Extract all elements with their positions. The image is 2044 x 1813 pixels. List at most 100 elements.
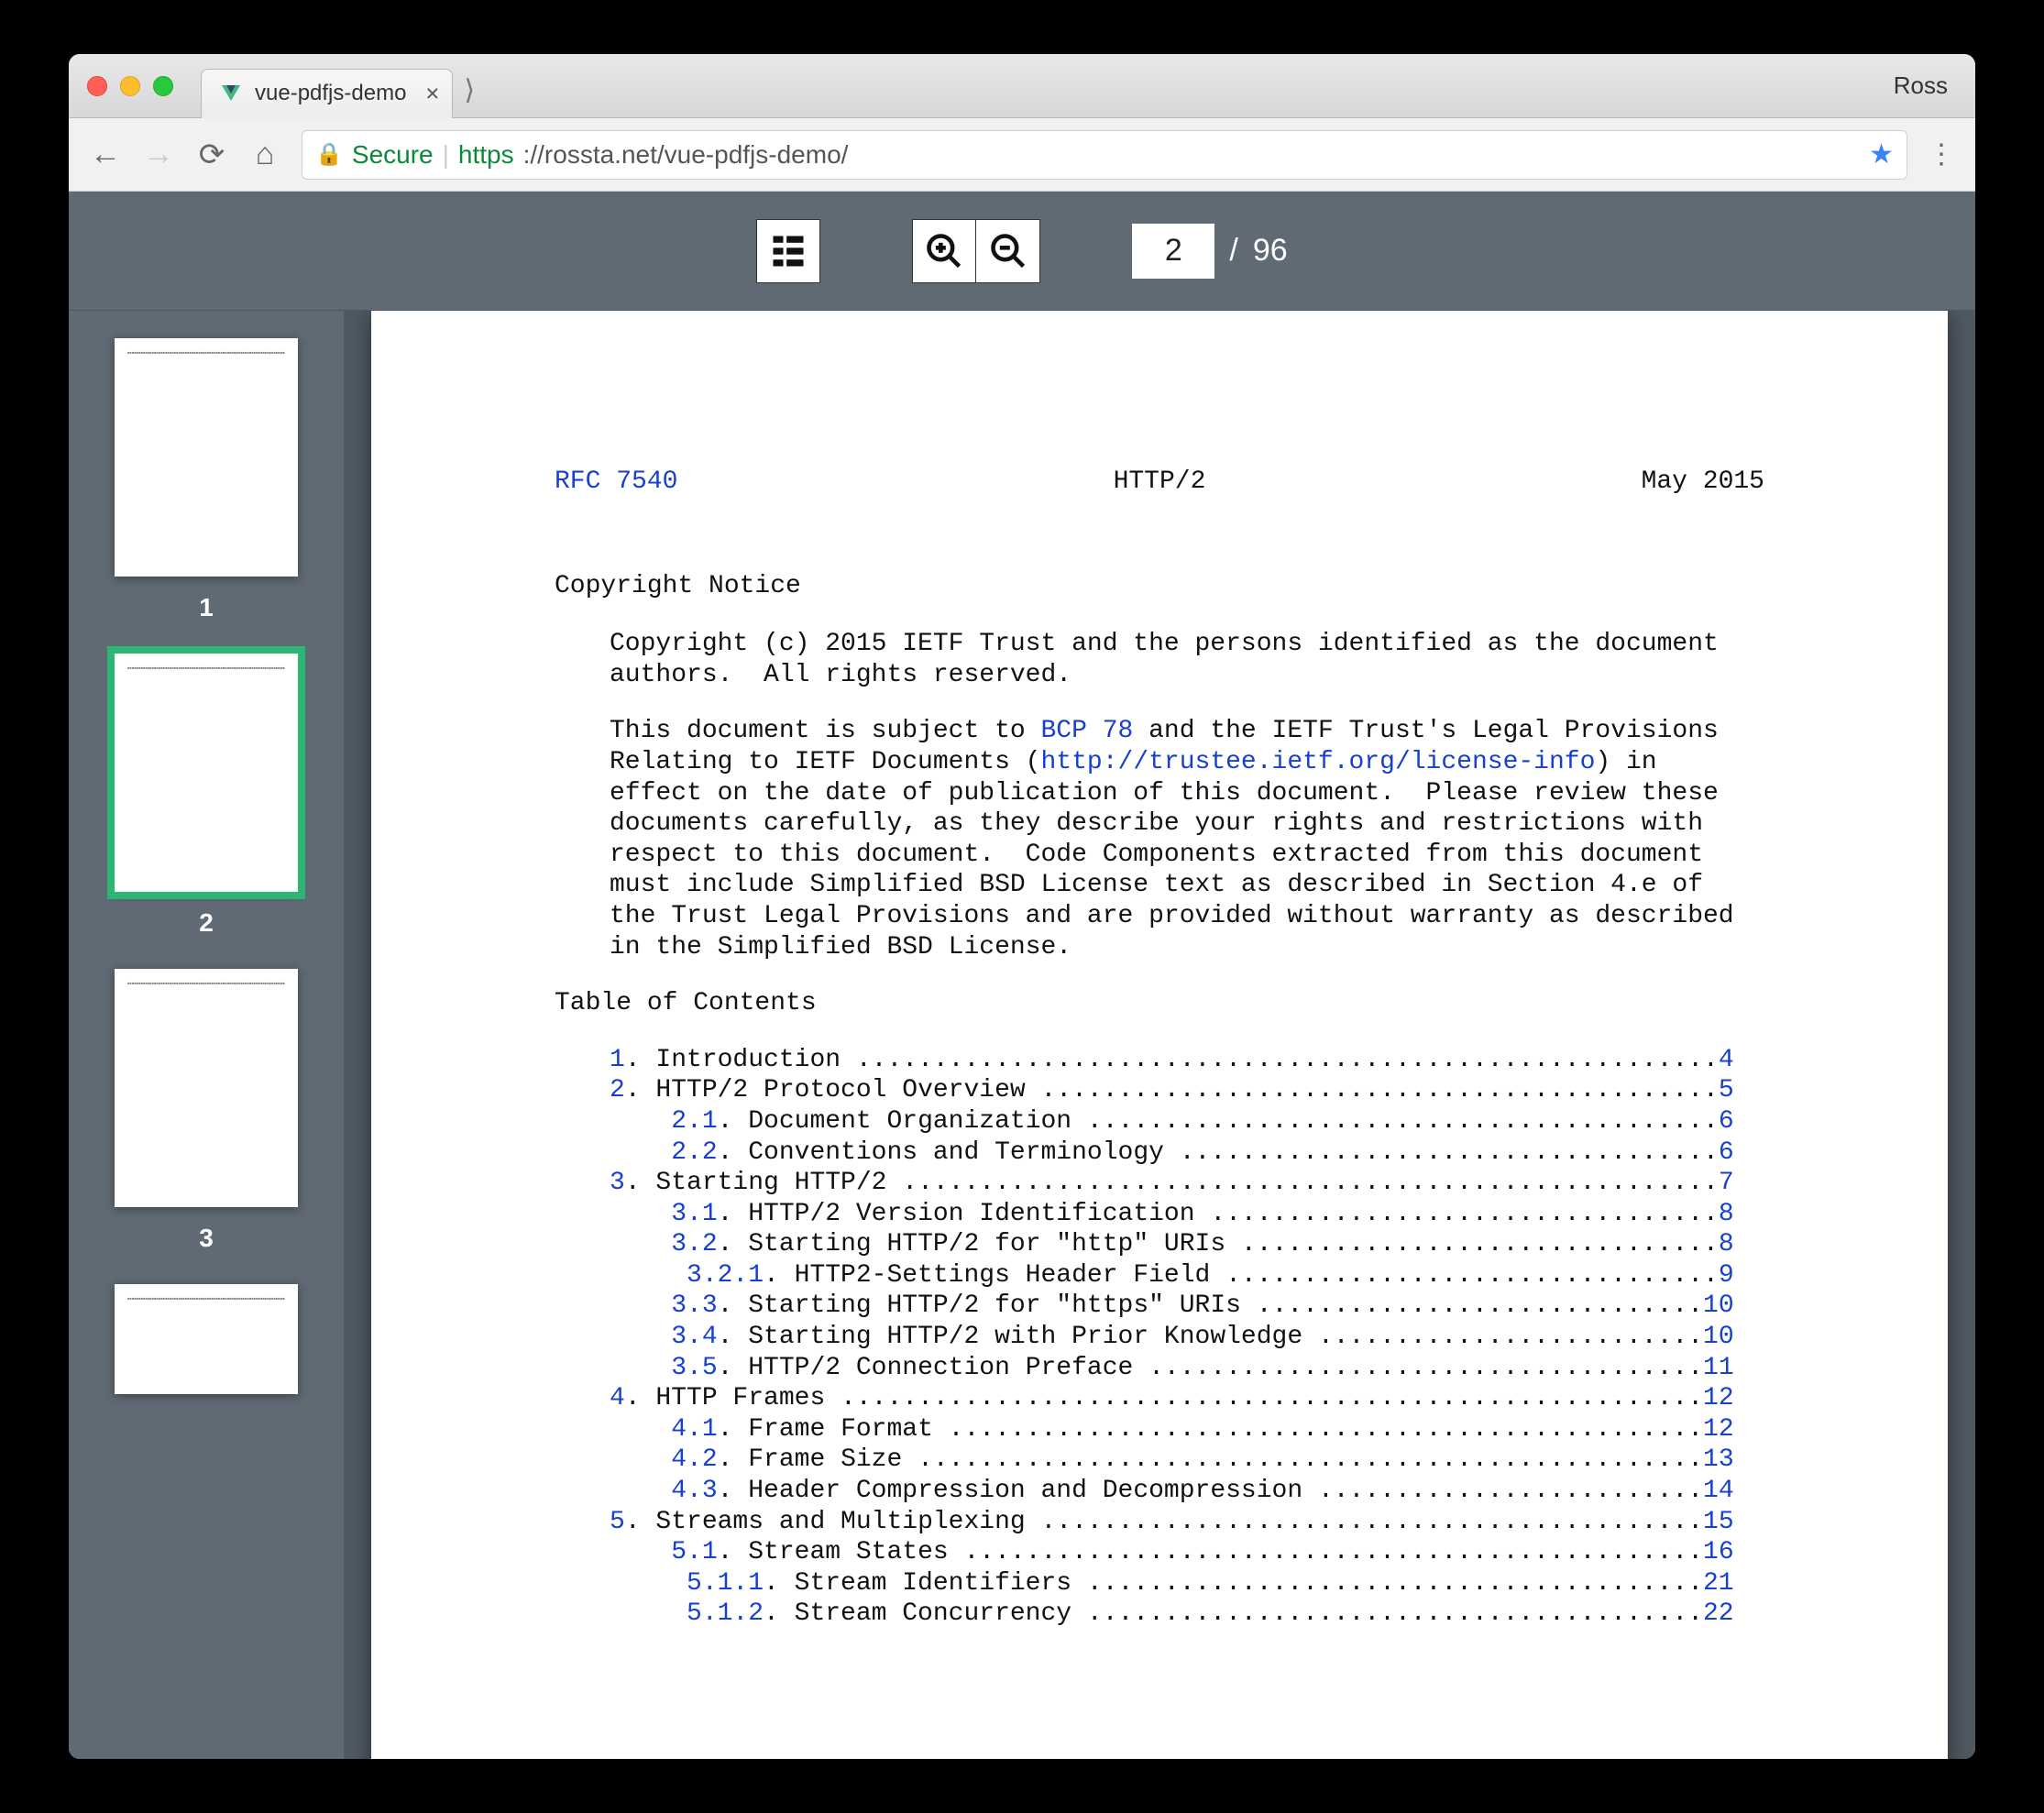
toc-page[interactable]: 12 (1703, 1415, 1734, 1444)
new-tab-button[interactable]: ⟩ (464, 74, 475, 106)
toc-page[interactable]: 7 (1719, 1169, 1734, 1197)
toc-page[interactable]: 12 (1703, 1384, 1734, 1412)
toc-page[interactable]: 21 (1703, 1569, 1734, 1598)
back-button[interactable]: ← (89, 137, 122, 172)
table-of-contents: 1. Introduction ........................… (610, 1045, 1764, 1630)
toc-page[interactable]: 8 (1719, 1200, 1734, 1228)
toc-page[interactable]: 11 (1703, 1354, 1734, 1382)
toc-number[interactable]: 3.1 (671, 1200, 717, 1228)
toc-entry: 4.2. Frame Size ........................… (610, 1445, 1764, 1476)
doc-title: HTTP/2 (1114, 467, 1206, 498)
thumbnails-toggle-button[interactable] (756, 219, 820, 283)
toc-number[interactable]: 5.1.1 (687, 1569, 764, 1598)
thumbnail-page-3[interactable]: ■■■■■■■■■■■■■■■■■■■■■■■■■■■■■■■■■■■■■■■■… (115, 969, 298, 1207)
layout-group (756, 219, 820, 283)
toc-number[interactable]: 1 (610, 1046, 625, 1074)
toc-page[interactable]: 4 (1719, 1046, 1734, 1074)
thumbnail-panel[interactable]: ■■■■■■■■■■■■■■■■■■■■■■■■■■■■■■■■■■■■■■■■… (69, 311, 344, 1759)
zoom-out-icon (988, 231, 1028, 271)
toc-number[interactable]: 5.1 (671, 1538, 717, 1566)
profile-name[interactable]: Ross (1894, 71, 1957, 100)
toc-entry: 5. Streams and Multiplexing ............… (610, 1507, 1764, 1538)
browser-tab[interactable]: vue-pdfjs-demo × (201, 69, 453, 118)
toc-entry: 3.3. Starting HTTP/2 for "https" URIs ..… (610, 1291, 1764, 1322)
home-button[interactable]: ⌂ (248, 137, 281, 172)
toc-page[interactable]: 16 (1703, 1538, 1734, 1566)
toc-entry: 2.1. Document Organization .............… (610, 1106, 1764, 1137)
toc-number[interactable]: 2.2 (671, 1138, 717, 1167)
toc-number[interactable]: 2.1 (671, 1107, 717, 1136)
forward-button: → (142, 137, 175, 172)
page-total: 96 (1253, 233, 1288, 269)
toc-page[interactable]: 5 (1719, 1076, 1734, 1104)
thumbnail-page-2[interactable]: ■■■■■■■■■■■■■■■■■■■■■■■■■■■■■■■■■■■■■■■■… (115, 654, 298, 892)
window-controls (87, 76, 173, 96)
minimize-window-button[interactable] (120, 76, 140, 96)
toc-page[interactable]: 22 (1703, 1599, 1734, 1628)
toc-entry: 3.2.1. HTTP2-Settings Header Field .....… (610, 1260, 1764, 1291)
zoom-in-button[interactable] (912, 219, 976, 283)
toc-page[interactable]: 13 (1703, 1445, 1734, 1474)
rfc-link[interactable]: RFC 7540 (555, 467, 677, 498)
zoom-out-button[interactable] (976, 219, 1040, 283)
toc-number[interactable]: 3.3 (671, 1291, 717, 1320)
pdf-page: RFC 7540 HTTP/2 May 2015 Copyright Notic… (371, 311, 1948, 1759)
toc-number[interactable]: 5.1.2 (687, 1599, 764, 1628)
toc-entry: 1. Introduction ........................… (610, 1045, 1764, 1076)
toc-number[interactable]: 3.4 (671, 1323, 717, 1351)
address-bar: ← → ⟳ ⌂ 🔒 Secure | https://rossta.net/vu… (69, 118, 1975, 192)
url-path: ://rossta.net/vue-pdfjs-demo/ (523, 140, 849, 170)
reload-button[interactable]: ⟳ (195, 137, 228, 173)
toc-number[interactable]: 4.3 (671, 1477, 717, 1505)
toc-number[interactable]: 4.2 (671, 1445, 717, 1474)
url-scheme: https (458, 140, 514, 170)
toc-number[interactable]: 5 (610, 1508, 625, 1536)
toc-number[interactable]: 4 (610, 1384, 625, 1412)
page-scroll-area[interactable]: RFC 7540 HTTP/2 May 2015 Copyright Notic… (344, 311, 1975, 1759)
browser-window: vue-pdfjs-demo × ⟩ Ross ← → ⟳ ⌂ 🔒 Secure… (69, 54, 1975, 1759)
thumbnail-page-1[interactable]: ■■■■■■■■■■■■■■■■■■■■■■■■■■■■■■■■■■■■■■■■… (115, 338, 298, 577)
toc-page[interactable]: 6 (1719, 1138, 1734, 1167)
toc-number[interactable]: 3.2 (671, 1230, 717, 1258)
toc-entry: 3.5. HTTP/2 Connection Preface .........… (610, 1353, 1764, 1384)
toc-number[interactable]: 2 (610, 1076, 625, 1104)
toc-number[interactable]: 3.5 (671, 1354, 717, 1382)
copyright-heading: Copyright Notice (555, 571, 1764, 602)
thumbnail-label: 1 (199, 593, 214, 622)
license-info-link[interactable]: http://trustee.ietf.org/license-info (1040, 748, 1595, 776)
toc-page[interactable]: 8 (1719, 1230, 1734, 1258)
toc-number[interactable]: 3.2.1 (687, 1261, 764, 1290)
thumbnail-label: 3 (199, 1224, 214, 1253)
current-page-input[interactable] (1132, 224, 1214, 279)
close-window-button[interactable] (87, 76, 107, 96)
toc-number[interactable]: 4.1 (671, 1415, 717, 1444)
copyright-para-2: This document is subject to BCP 78 and t… (610, 716, 1764, 962)
toc-page[interactable]: 10 (1703, 1291, 1734, 1320)
toc-entry: 2.2. Conventions and Terminology .......… (610, 1137, 1764, 1169)
toc-entry: 4.3. Header Compression and Decompressio… (610, 1476, 1764, 1507)
bcp78-link[interactable]: BCP 78 (1040, 717, 1133, 745)
toc-page[interactable]: 14 (1703, 1477, 1734, 1505)
titlebar: vue-pdfjs-demo × ⟩ Ross (69, 54, 1975, 118)
zoom-group (912, 219, 1040, 283)
toc-entry: 3.2. Starting HTTP/2 for "http" URIs ...… (610, 1229, 1764, 1260)
url-field[interactable]: 🔒 Secure | https://rossta.net/vue-pdfjs-… (302, 130, 1907, 180)
thumbnails-icon (768, 231, 808, 271)
toc-page[interactable]: 9 (1719, 1261, 1734, 1290)
toc-number[interactable]: 3 (610, 1169, 625, 1197)
toc-page[interactable]: 15 (1703, 1508, 1734, 1536)
menu-button[interactable]: ⋮ (1928, 138, 1955, 170)
copyright-para-1: Copyright (c) 2015 IETF Trust and the pe… (610, 629, 1764, 690)
doc-date: May 2015 (1642, 467, 1764, 498)
thumbnail-page-4[interactable]: ■■■■■■■■■■■■■■■■■■■■■■■■■■■■■■■■■■■■■■■■… (115, 1284, 298, 1394)
bookmark-star-icon[interactable]: ★ (1869, 138, 1894, 170)
toc-page[interactable]: 10 (1703, 1323, 1734, 1351)
toc-page[interactable]: 6 (1719, 1107, 1734, 1136)
maximize-window-button[interactable] (153, 76, 173, 96)
tab-title: vue-pdfjs-demo (255, 81, 406, 106)
vue-favicon-icon (218, 81, 244, 106)
secure-label: Secure (352, 140, 434, 170)
page-header: RFC 7540 HTTP/2 May 2015 (555, 467, 1764, 498)
toc-entry: 5.1. Stream States .....................… (610, 1537, 1764, 1568)
close-tab-icon[interactable]: × (425, 80, 439, 108)
